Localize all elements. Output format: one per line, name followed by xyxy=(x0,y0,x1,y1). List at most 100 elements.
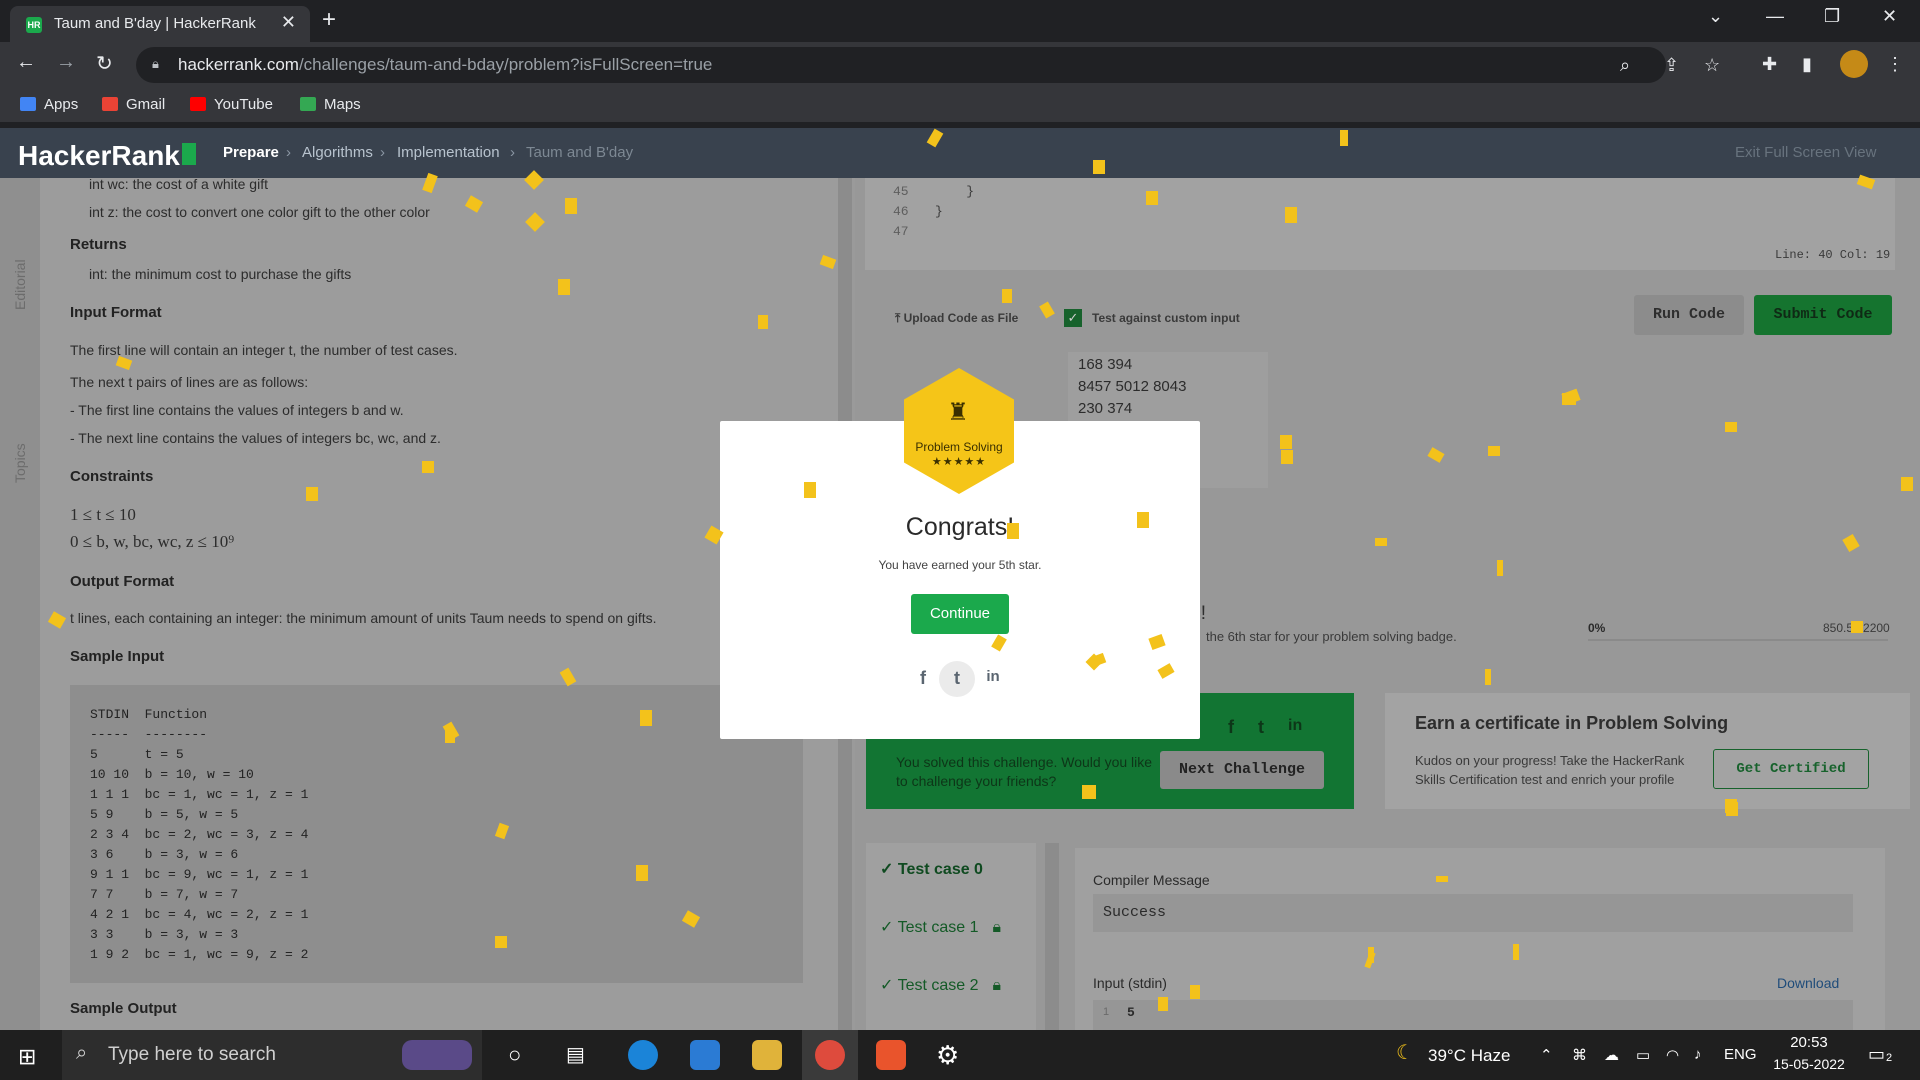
test-case-1[interactable]: ✓ Test case 1 🔒︎ xyxy=(880,917,1001,937)
volume-icon[interactable]: ♪ xyxy=(1694,1046,1702,1063)
clock-time[interactable]: 20:53 xyxy=(1772,1034,1846,1051)
breadcrumb-algorithms[interactable]: Algorithms xyxy=(302,144,373,161)
linkedin-share-icon[interactable]: in xyxy=(1288,717,1302,735)
facebook-icon[interactable]: f xyxy=(912,668,934,690)
bookmarks-bar: Apps Gmail YouTube Maps xyxy=(0,88,1920,122)
confetti-piece xyxy=(1725,799,1737,813)
bookmark-star-icon[interactable]: ☆ xyxy=(1704,55,1720,76)
notifications-icon[interactable]: ▭ xyxy=(1868,1044,1885,1065)
download-link[interactable]: Download xyxy=(1777,975,1839,991)
twitter-button[interactable]: t xyxy=(939,661,975,697)
file-explorer-icon[interactable] xyxy=(752,1040,782,1070)
breadcrumb-prepare[interactable]: Prepare xyxy=(223,144,279,161)
clock-date[interactable]: 15-05-2022 xyxy=(1768,1056,1850,1072)
test-case-scrollbar[interactable] xyxy=(1045,843,1059,1030)
tray-expand-icon[interactable]: ⌃ xyxy=(1540,1046,1553,1064)
extensions-icon[interactable]: ✚ xyxy=(1762,54,1777,75)
tab-editorial[interactable]: Editorial xyxy=(12,259,28,310)
back-icon[interactable]: ← xyxy=(16,51,36,74)
reload-icon[interactable]: ↻ xyxy=(96,51,113,76)
new-tab-icon[interactable]: + xyxy=(322,6,336,34)
input-line-2: The next t pairs of lines are as follows… xyxy=(70,374,309,390)
weather-icon: ☾ xyxy=(1396,1042,1414,1064)
left-rail: Editorial Topics xyxy=(0,178,40,1030)
input-stdin-label: Input (stdin) xyxy=(1093,975,1167,991)
breadcrumb-separator: › xyxy=(510,144,515,161)
bookmark-maps[interactable]: Maps xyxy=(300,96,361,113)
check-icon: ✓ xyxy=(880,977,898,994)
windows-start-icon[interactable]: ⊞ xyxy=(18,1044,36,1070)
edge-icon[interactable] xyxy=(628,1040,658,1070)
congrats-message: You have earned your 5th star. xyxy=(878,558,1042,572)
check-icon: ✓ xyxy=(880,919,898,936)
custom-input-line: 230 374 xyxy=(1078,400,1133,417)
next-challenge-button[interactable]: Next Challenge xyxy=(1160,751,1324,789)
bookmark-youtube[interactable]: YouTube xyxy=(190,96,273,113)
confetti-piece xyxy=(422,461,434,473)
custom-input-checkbox[interactable]: ✓ xyxy=(1064,309,1082,327)
chrome-taskbar-item[interactable] xyxy=(802,1030,858,1080)
code-editor[interactable]: 45 46 47 } } Line: 40 Col: 19 xyxy=(865,178,1895,270)
notification-count: 2 xyxy=(1886,1052,1893,1064)
custom-input-line: 8457 5012 8043 xyxy=(1078,378,1187,395)
upload-code-link[interactable]: ⤒ Upload Code as File xyxy=(895,311,1018,326)
brave-icon[interactable] xyxy=(876,1040,906,1070)
chrome-icon xyxy=(815,1040,845,1070)
returns-heading: Returns xyxy=(70,236,127,253)
confetti-piece xyxy=(558,279,570,295)
twitter-share-icon[interactable]: t xyxy=(1258,717,1264,738)
window-close-icon[interactable]: ✕ xyxy=(1882,6,1897,27)
bookmark-gmail[interactable]: Gmail xyxy=(102,96,165,113)
sample-input-code: STDIN Function ----- -------- 5 t = 5 10… xyxy=(70,685,803,983)
menu-icon[interactable]: ⋮ xyxy=(1886,54,1904,75)
settings-gear-icon[interactable]: ⚙ xyxy=(936,1040,959,1071)
run-code-button[interactable]: Run Code xyxy=(1634,295,1744,335)
returns-item: int: the minimum cost to purchase the gi… xyxy=(89,266,352,282)
bookmark-apps[interactable]: Apps xyxy=(20,96,78,113)
certificate-title: Earn a certificate in Problem Solving xyxy=(1415,713,1729,733)
facebook-share-icon[interactable]: f xyxy=(1228,717,1234,738)
onedrive-icon[interactable]: ☁ xyxy=(1604,1046,1619,1064)
continue-button[interactable]: Continue xyxy=(911,594,1009,634)
wifi-icon[interactable]: ◠ xyxy=(1666,1046,1679,1064)
profile-avatar[interactable] xyxy=(1840,50,1868,78)
tray-network-icon[interactable]: ⌘ xyxy=(1572,1046,1587,1064)
breadcrumb-implementation[interactable]: Implementation xyxy=(397,144,500,161)
exit-fullscreen-link[interactable]: Exit Full Screen View xyxy=(1735,144,1876,161)
language-indicator[interactable]: ENG xyxy=(1724,1046,1757,1063)
constraints-heading: Constraints xyxy=(70,468,154,485)
task-view-icon[interactable]: ▤ xyxy=(566,1042,585,1067)
submit-code-button[interactable]: Submit Code xyxy=(1754,295,1892,335)
test-case-2[interactable]: ✓ Test case 2 🔒︎ xyxy=(880,975,1001,995)
cortana-icon[interactable]: ○ xyxy=(508,1042,521,1068)
store-icon[interactable] xyxy=(690,1040,720,1070)
weather-text[interactable]: 39°C Haze xyxy=(1428,1046,1510,1066)
minimize-icon[interactable]: — xyxy=(1766,6,1784,27)
test-case-0[interactable]: ✓ Test case 0 xyxy=(880,859,983,879)
forward-icon[interactable]: → xyxy=(56,51,76,74)
test-results-panel: Compiler Message Success Input (stdin) D… xyxy=(1075,848,1885,1030)
share-icon[interactable]: ⇪ xyxy=(1664,55,1679,76)
confetti-piece xyxy=(758,315,768,329)
confetti-piece xyxy=(1368,947,1374,963)
close-tab-icon[interactable]: ✕ xyxy=(281,12,296,33)
tab-topics[interactable]: Topics xyxy=(12,443,28,483)
breadcrumb-separator: › xyxy=(286,144,291,161)
lock-icon: 🔒︎ xyxy=(992,919,1002,936)
restore-icon[interactable]: ❐ xyxy=(1824,6,1840,27)
side-panel-icon[interactable]: ▮ xyxy=(1802,54,1812,75)
confetti-piece xyxy=(1488,446,1500,456)
hackerrank-logo[interactable]: HackerRank xyxy=(18,138,196,172)
browser-tab[interactable]: HR Taum and B'day | HackerRank ✕ xyxy=(10,6,310,42)
taskbar-search[interactable]: ⌕ Type here to search xyxy=(62,1030,482,1080)
code-line-45: } xyxy=(935,184,975,199)
lock-icon: 🔒︎ xyxy=(152,56,159,71)
battery-icon[interactable]: ▭ xyxy=(1636,1046,1650,1064)
address-bar[interactable]: 🔒︎ hackerrank.com/challenges/taum-and-bd… xyxy=(136,47,1720,83)
linkedin-icon[interactable]: in xyxy=(982,668,1004,690)
confetti-piece xyxy=(1851,621,1863,633)
zoom-icon[interactable]: ⌕ xyxy=(1620,55,1630,76)
get-certified-button[interactable]: Get Certified xyxy=(1713,749,1869,789)
confetti-piece xyxy=(1375,538,1387,546)
tab-search-icon[interactable]: ⌄ xyxy=(1708,6,1723,27)
